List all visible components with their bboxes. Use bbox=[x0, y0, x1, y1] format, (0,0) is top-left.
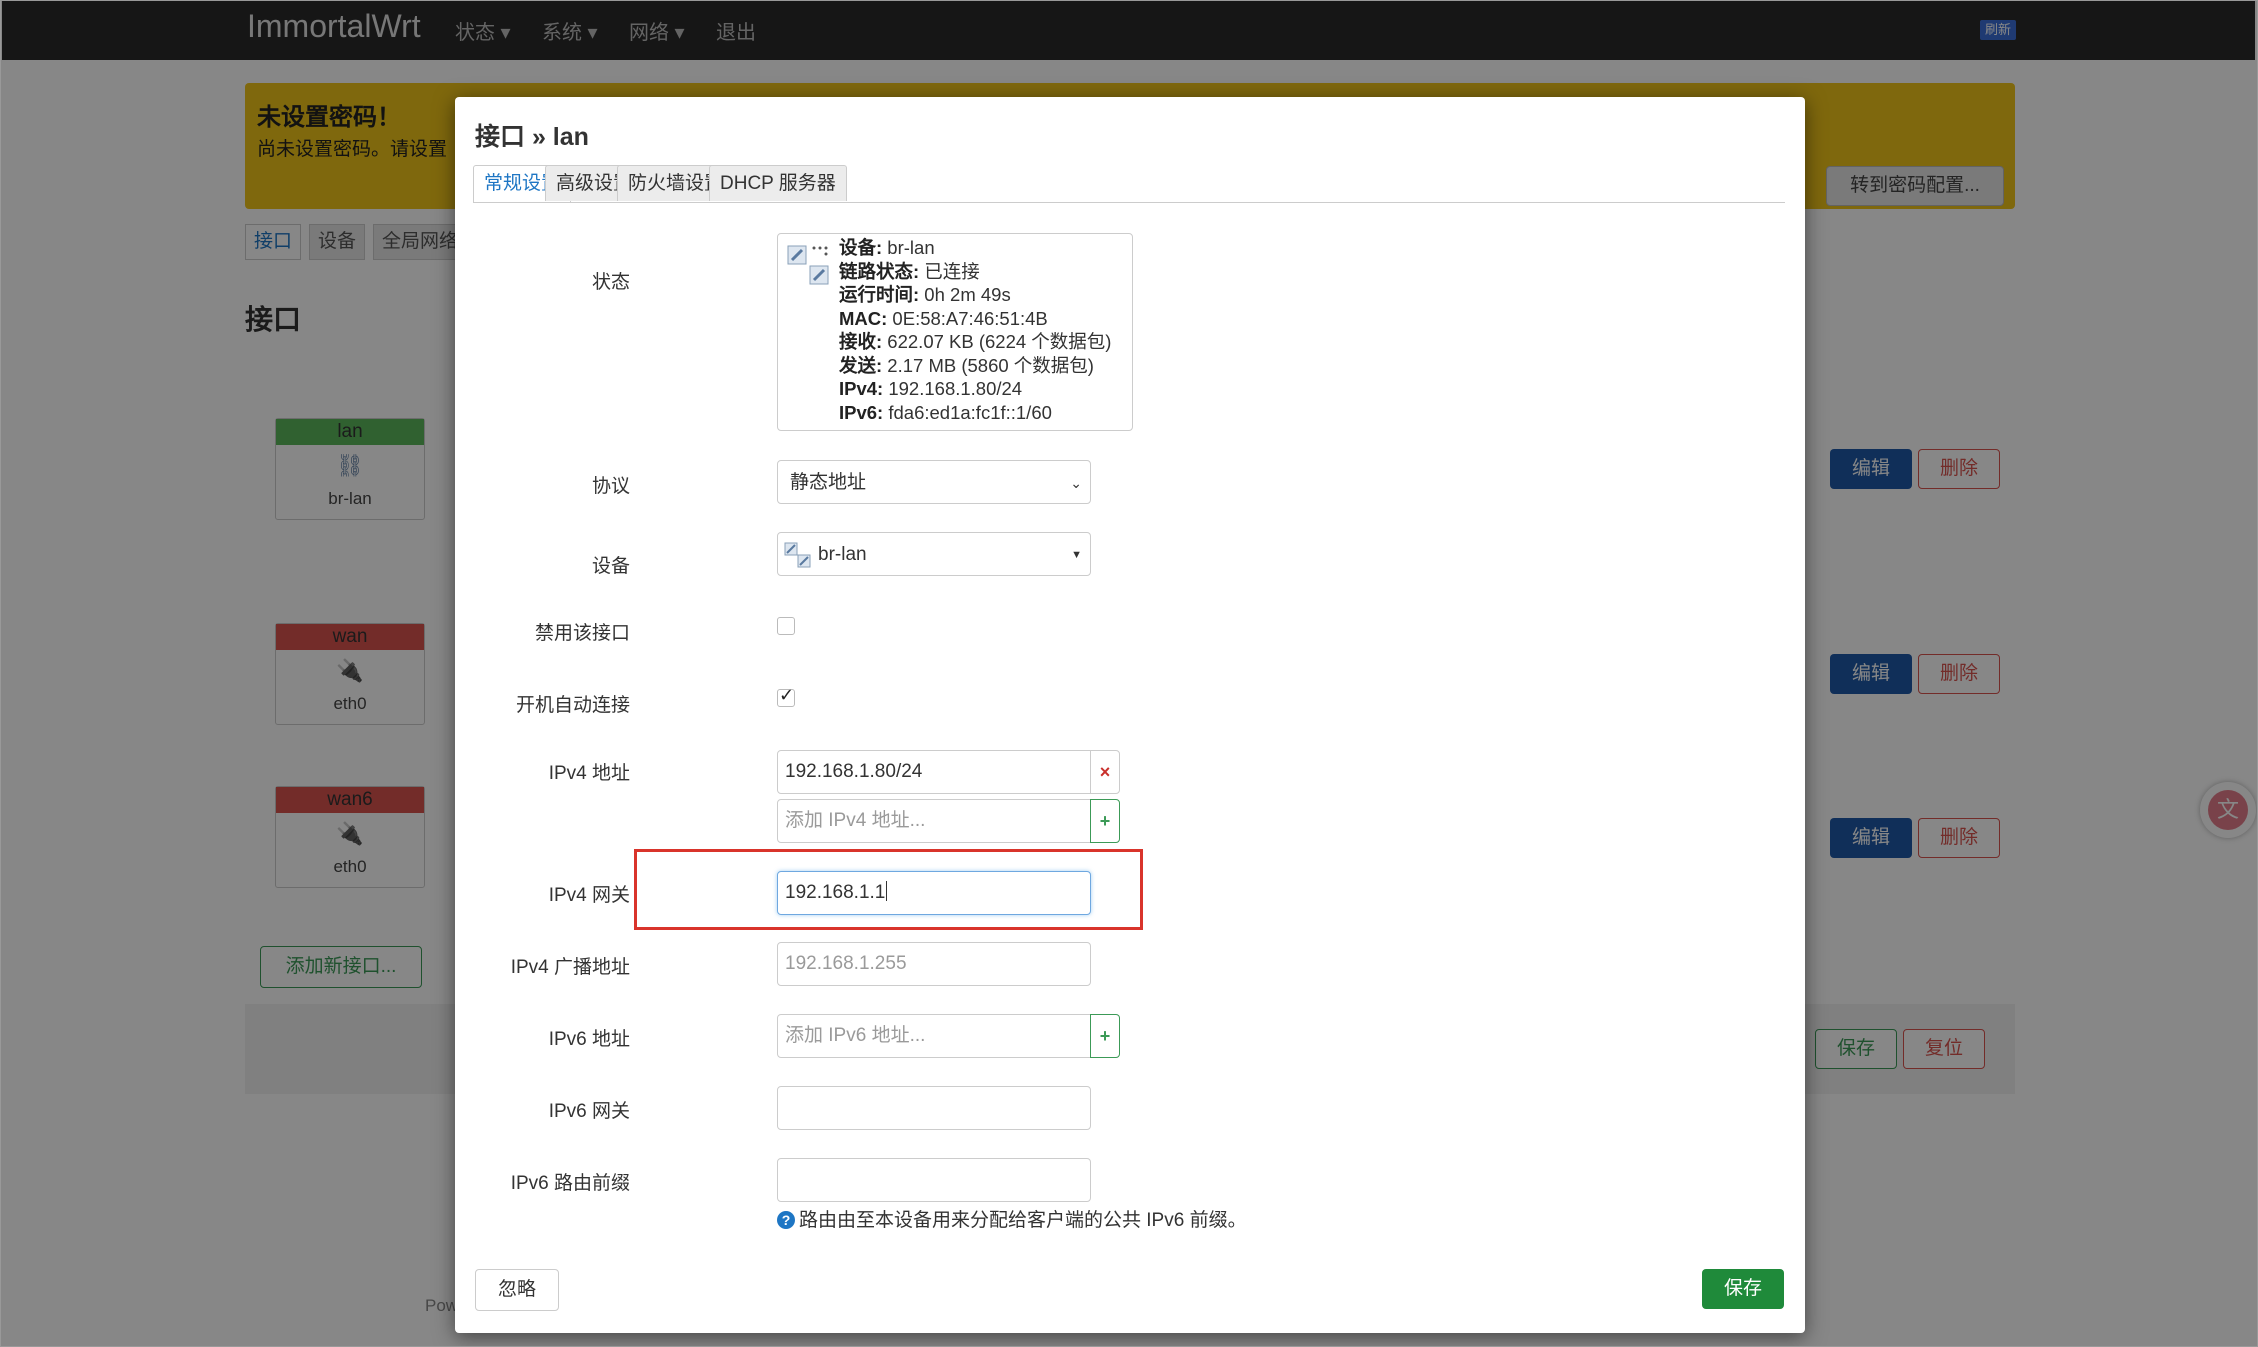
add-ipv4-address-input[interactable]: 添加 IPv4 地址... bbox=[777, 799, 1091, 843]
autostart-checkbox[interactable] bbox=[777, 685, 795, 707]
add-ipv6-address-input[interactable]: 添加 IPv6 地址... bbox=[777, 1014, 1091, 1058]
device-label: 设备 bbox=[591, 556, 630, 577]
ipv6-prefix-hint: ? 路由由至本设备用来分配给客户端的公共 IPv6 前缀。 bbox=[777, 1205, 1247, 1232]
status-label: 状态 bbox=[591, 272, 630, 293]
ipv6-gateway-input[interactable] bbox=[777, 1086, 1091, 1130]
ipv4-gateway-label: IPv4 网关 bbox=[548, 885, 630, 906]
add-ipv4-address-button[interactable]: + bbox=[1090, 799, 1120, 843]
status-details: 设备: br-lan 链路状态: 已连接 运行时间: 0h 2m 49s MAC… bbox=[839, 237, 1112, 423]
autostart-label: 开机自动连接 bbox=[515, 695, 630, 716]
ipv4-gateway-value: 192.168.1.1 bbox=[785, 882, 886, 903]
ipv4-gateway-input[interactable]: 192.168.1.1 bbox=[777, 871, 1091, 915]
bridge-icon bbox=[784, 542, 811, 568]
ipv6-prefix-label: IPv6 路由前缀 bbox=[510, 1173, 630, 1194]
tab-dhcp-server[interactable]: DHCP 服务器 bbox=[709, 165, 847, 201]
ipv6-address-label: IPv6 地址 bbox=[548, 1029, 630, 1050]
device-value: br-lan bbox=[818, 544, 867, 565]
modal-tabs: 常规设置 高级设置 防火墙设置 DHCP 服务器 bbox=[473, 165, 1785, 203]
caret-down-icon: ▼ bbox=[1071, 549, 1082, 561]
ipv6-prefix-input[interactable] bbox=[777, 1158, 1091, 1202]
ipv4-address-field[interactable]: 192.168.1.80/24 bbox=[777, 750, 1091, 794]
ipv4-broadcast-label: IPv4 广播地址 bbox=[510, 957, 630, 978]
interface-edit-modal: 接口 » lan 常规设置 高级设置 防火墙设置 DHCP 服务器 状态 设备:… bbox=[455, 97, 1805, 1333]
help-icon: ? bbox=[777, 1211, 795, 1229]
ipv4-broadcast-input[interactable]: 192.168.1.255 bbox=[777, 942, 1091, 986]
save-button[interactable]: 保存 bbox=[1702, 1269, 1784, 1309]
ipv6-gateway-label: IPv6 网关 bbox=[548, 1101, 630, 1122]
add-ipv6-address-button[interactable]: + bbox=[1090, 1014, 1120, 1058]
protocol-value: 静态地址 bbox=[790, 472, 867, 493]
protocol-select[interactable]: 静态地址 ⌄ bbox=[777, 460, 1091, 504]
chevron-down-icon: ⌄ bbox=[1070, 475, 1082, 491]
disable-interface-label: 禁用该接口 bbox=[534, 623, 630, 644]
protocol-label: 协议 bbox=[591, 476, 630, 497]
modal-title: 接口 » lan bbox=[475, 123, 589, 151]
remove-address-button[interactable]: × bbox=[1090, 750, 1120, 794]
status-panel: 设备: br-lan 链路状态: 已连接 运行时间: 0h 2m 49s MAC… bbox=[777, 233, 1133, 431]
disable-interface-checkbox[interactable] bbox=[777, 617, 795, 635]
ipv4-address-label: IPv4 地址 bbox=[548, 763, 630, 784]
bridge-icon bbox=[787, 245, 829, 285]
dismiss-button[interactable]: 忽略 bbox=[475, 1269, 559, 1311]
device-select[interactable]: br-lan ▼ bbox=[777, 532, 1091, 576]
text-cursor bbox=[886, 881, 888, 901]
